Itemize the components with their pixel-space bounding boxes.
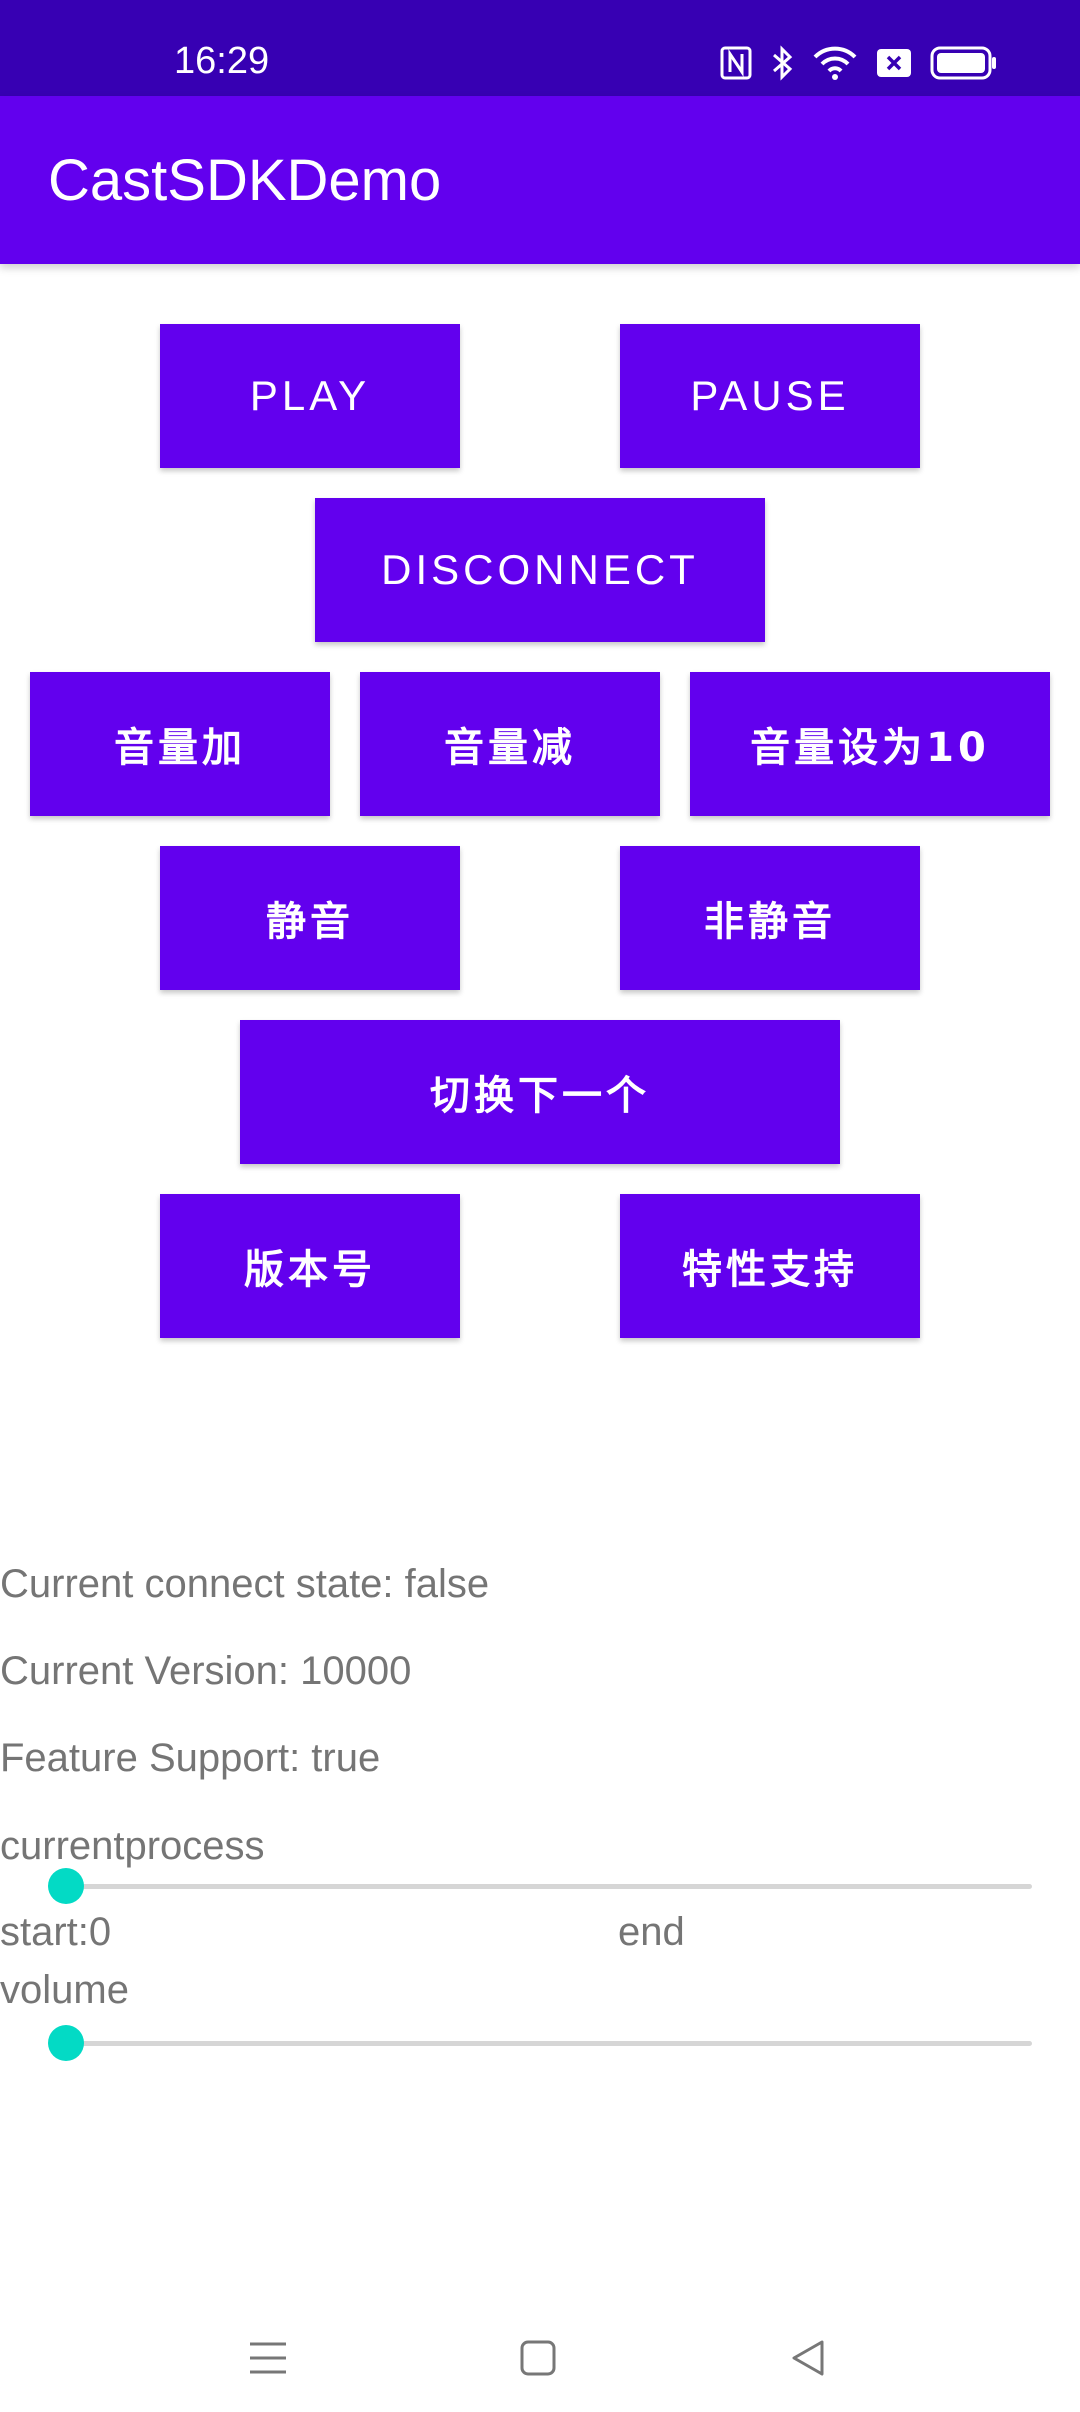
volume-label: volume bbox=[0, 1968, 129, 2012]
process-label: currentprocess bbox=[0, 1824, 265, 1868]
next-button[interactable]: 切换下一个 bbox=[240, 1020, 840, 1164]
play-button[interactable]: PLAY bbox=[160, 324, 460, 468]
version-text: Current Version: 10000 bbox=[0, 1649, 412, 1693]
feature-support-button[interactable]: 特性支持 bbox=[620, 1194, 920, 1338]
battery-icon bbox=[930, 46, 998, 80]
process-slider-track bbox=[48, 1884, 1032, 1889]
end-label: end bbox=[618, 1910, 685, 1954]
navigation-bar bbox=[0, 2290, 1080, 2412]
bluetooth-icon bbox=[770, 45, 794, 81]
sim-off-icon bbox=[876, 48, 912, 78]
process-slider[interactable] bbox=[48, 1866, 1032, 1906]
back-icon[interactable] bbox=[780, 2330, 836, 2386]
status-bar: 16:29 bbox=[0, 0, 1080, 96]
volume-set-10-button[interactable]: 音量设为10 bbox=[690, 672, 1050, 816]
volume-up-button[interactable]: 音量加 bbox=[30, 672, 330, 816]
version-button[interactable]: 版本号 bbox=[160, 1194, 460, 1338]
status-icons bbox=[720, 44, 998, 82]
app-bar: CastSDKDemo bbox=[0, 96, 1080, 264]
start-label: start:0 bbox=[0, 1910, 112, 1954]
app-title: CastSDKDemo bbox=[48, 148, 442, 213]
process-slider-thumb[interactable] bbox=[48, 1868, 84, 1904]
feature-support-text: Feature Support: true bbox=[0, 1736, 381, 1780]
disconnect-button[interactable]: DISCONNECT bbox=[315, 498, 765, 642]
volume-slider[interactable] bbox=[48, 2023, 1032, 2063]
pause-button[interactable]: PAUSE bbox=[620, 324, 920, 468]
volume-down-button[interactable]: 音量减 bbox=[360, 672, 660, 816]
nfc-icon bbox=[720, 46, 752, 80]
wifi-icon bbox=[812, 45, 858, 81]
home-icon[interactable] bbox=[510, 2330, 566, 2386]
volume-slider-track bbox=[48, 2041, 1032, 2046]
connect-state-text: Current connect state: false bbox=[0, 1562, 490, 1606]
unmute-button[interactable]: 非静音 bbox=[620, 846, 920, 990]
mute-button[interactable]: 静音 bbox=[160, 846, 460, 990]
status-time: 16:29 bbox=[174, 40, 270, 82]
menu-icon[interactable] bbox=[240, 2330, 296, 2386]
volume-slider-thumb[interactable] bbox=[48, 2025, 84, 2061]
